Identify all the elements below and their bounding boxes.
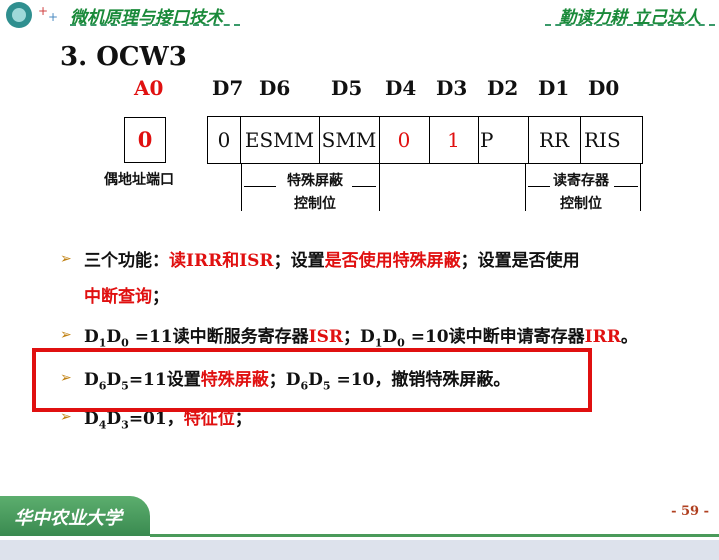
bit-label: D4	[385, 76, 417, 100]
bit-label: D0	[588, 76, 620, 100]
sparkle-icon: +	[48, 10, 59, 24]
a0-caption: 偶地址端口	[104, 172, 174, 188]
register-cell-d1: RR	[528, 117, 581, 163]
group1-label: 特殊屏蔽	[287, 173, 343, 189]
register-cell-d0: RIS	[584, 128, 621, 152]
register-cell-d3: 1	[429, 117, 479, 163]
bit-label: D1	[538, 76, 570, 100]
bracket-tick	[379, 163, 380, 211]
register-cell-d2: P	[478, 117, 529, 163]
header-divider	[545, 24, 715, 26]
register-cell-d5: SMM	[319, 117, 380, 163]
a0-value-box: 0	[124, 117, 166, 163]
bullet-arrow-icon: ➢	[60, 251, 72, 267]
bracket-tick	[640, 163, 641, 211]
a0-label: A0	[134, 76, 164, 100]
university-logo-icon	[6, 2, 32, 28]
register-cell-d4: 0	[379, 117, 430, 163]
register-cell-d6: ESMM	[240, 117, 320, 163]
bullet-arrow-icon: ➢	[60, 327, 72, 343]
slide-heading: 3. OCW3	[60, 42, 187, 72]
bullet-2: D1D0 =11读中断服务寄存器ISR；D1D0 =10读中断申请寄存器IRR。	[84, 327, 638, 350]
bullet-1-cont: 中断查询；	[84, 287, 169, 307]
bullet-1: 三个功能：读IRR和ISR；设置是否使用特殊屏蔽；设置是否使用	[84, 251, 580, 271]
header-divider	[70, 24, 240, 26]
highlight-box	[32, 348, 592, 412]
group2-label: 读寄存器	[553, 173, 609, 189]
bracket-tick	[241, 163, 242, 211]
bit-label: D2	[487, 76, 519, 100]
group1-sublabel: 控制位	[294, 196, 336, 212]
school-name: 华中农业大学	[14, 508, 122, 529]
ocw3-register: 0 ESMM SMM 0 1 P RR RIS	[207, 116, 643, 164]
register-cell-d7: 0	[208, 117, 241, 163]
sparkle-icon: +	[38, 4, 49, 18]
bit-label: D7	[212, 76, 244, 100]
bracket-tick	[525, 163, 526, 211]
group2-sublabel: 控制位	[560, 196, 602, 212]
top-bar: + + 微机原理与接口技术 勤读力耕 立己达人	[0, 0, 719, 30]
bit-label: D6	[259, 76, 291, 100]
page-number: - 59 -	[671, 504, 709, 519]
footer-banner: 华中农业大学	[0, 496, 150, 536]
bit-label: D3	[436, 76, 468, 100]
footer-divider	[150, 534, 719, 537]
bottom-strip	[0, 540, 719, 560]
bit-label: D5	[331, 76, 363, 100]
